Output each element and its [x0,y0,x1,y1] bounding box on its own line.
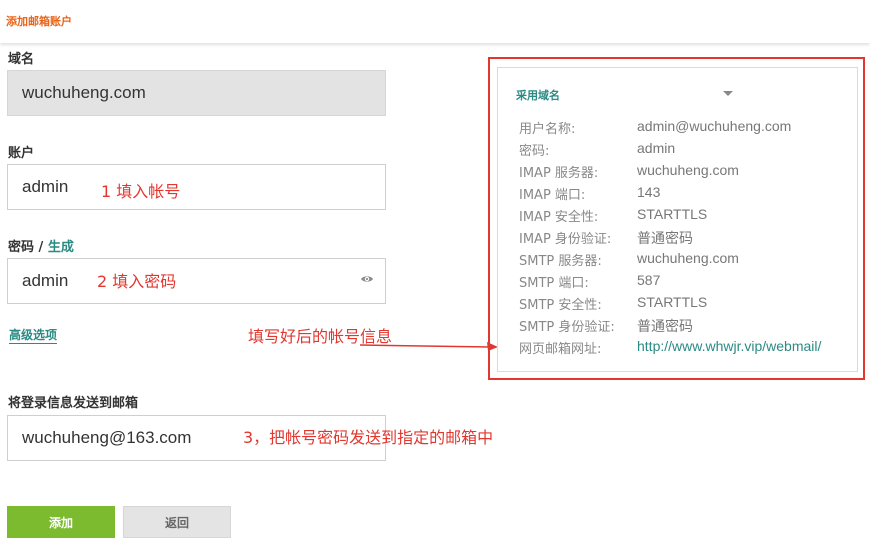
info-row-imap-auth: IMAP 身份验证: 普通密码 [519,228,849,248]
info-value: 587 [637,272,661,288]
info-key: SMTP 身份验证: [519,320,615,335]
back-button[interactable]: 返回 [123,506,231,538]
info-key: IMAP 安全性: [519,210,599,225]
account-input[interactable]: admin [7,164,386,210]
info-key: SMTP 服务器: [519,254,602,269]
info-row-smtp-security: SMTP 安全性: STARTTLS [519,294,849,314]
dropdown-caret-icon[interactable] [723,91,733,96]
info-row-smtp-port: SMTP 端口: 587 [519,272,849,292]
info-row-imap-security: IMAP 安全性: STARTTLS [519,206,849,226]
advanced-options-link[interactable]: 高级选项 [9,328,58,344]
account-value: admin [22,177,69,196]
info-value: admin@wuchuheng.com [637,118,792,134]
password-input[interactable]: admin [7,258,386,304]
info-key: IMAP 端口: [519,188,586,203]
password-label-text: 密码 / [8,240,48,255]
domain-value: wuchuheng.com [22,83,146,102]
info-key: IMAP 服务器: [519,166,599,181]
info-value: STARTTLS [637,294,708,310]
info-value: 普通密码 [637,318,693,334]
info-row-smtp-auth: SMTP 身份验证: 普通密码 [519,316,849,336]
info-value: STARTTLS [637,206,708,222]
info-row-imap-server: IMAP 服务器: wuchuheng.com [519,162,849,182]
info-value: wuchuheng.com [637,250,739,266]
info-row-smtp-server: SMTP 服务器: wuchuheng.com [519,250,849,270]
account-info-panel: 采用域名 用户名称: admin@wuchuheng.com 密码: admin… [497,67,858,372]
info-row-webmail-url: 网页邮箱网址: http://www.whwjr.vip/webmail/ [519,338,849,358]
info-key: IMAP 身份验证: [519,232,612,247]
generate-password-link[interactable]: 生成 [48,240,74,255]
info-row-imap-port: IMAP 端口: 143 [519,184,849,204]
domain-label: 域名 [8,52,35,67]
password-label: 密码 / 生成 [8,236,74,255]
annotation-arrow [360,342,498,351]
info-value: 普通密码 [637,230,693,246]
info-key: SMTP 端口: [519,276,589,291]
domain-field: wuchuheng.com [7,70,386,116]
page-title: 添加邮箱账户 [6,15,72,28]
info-key: 密码: [519,144,550,159]
password-value: admin [22,271,69,290]
account-label: 账户 [8,146,35,161]
send-annotation: 3，把帐号密码发送到指定的邮箱中 [243,428,494,447]
account-annotation: 1 填入帐号 [101,182,181,201]
info-key: SMTP 安全性: [519,298,602,313]
top-bar: 添加邮箱账户 [0,0,870,43]
info-value: wuchuheng.com [637,162,739,178]
send-to-email-value: wuchuheng@163.com [22,428,192,447]
info-value: 143 [637,184,661,200]
info-key: 网页邮箱网址: [519,342,602,357]
password-annotation: 2 填入密码 [97,272,177,291]
send-to-email-label: 将登录信息发送到邮箱 [8,396,139,411]
domain-select-label[interactable]: 采用域名 [516,87,560,103]
show-password-eye-icon[interactable] [360,274,374,284]
webmail-url-link[interactable]: http://www.whwjr.vip/webmail/ [637,338,821,354]
add-button[interactable]: 添加 [7,506,115,538]
info-value: admin [637,140,676,156]
info-row-password: 密码: admin [519,140,849,160]
info-key: 用户名称: [519,122,576,137]
info-row-username: 用户名称: admin@wuchuheng.com [519,118,849,138]
